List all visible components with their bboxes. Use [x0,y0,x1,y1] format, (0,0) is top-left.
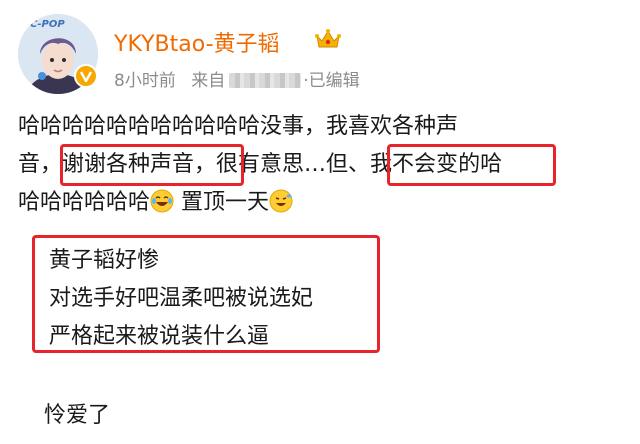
username[interactable]: YKYBtao-黄子韬 [114,26,280,58]
post-meta: 8小时前 来自 ·已编辑 [114,66,360,91]
source-device-blurred [229,73,302,88]
post-time: 8小时前 [114,71,176,91]
post-line-2: 音，谢谢各种声音，很有意思…但、我不会变的哈 [18,152,503,177]
quote-line-3: 严格起来被说装什么逼 [49,324,270,349]
edited-label: ·已编辑 [303,71,360,91]
post-line-1: 哈哈哈哈哈哈哈哈哈哈哈没事，我喜欢各种声 [18,114,459,139]
quote-box: 黄子韬好惨 对选手好吧温柔吧被说选妃 严格起来被说装什么逼 [32,235,380,353]
avatar-text: C-POP [30,19,65,30]
footer-comment: 怜爱了 [44,403,111,428]
verified-v-icon [74,64,98,88]
laugh-emoji-icon [269,189,293,213]
crown-icon[interactable] [315,28,341,50]
quote-line-2: 对选手好吧温柔吧被说选妃 [49,286,314,311]
highlight-wont-change: 但、我不会变 [326,152,459,177]
highlight-thanks: 谢谢各种声音 [62,152,195,177]
quote-line-1: 黄子韬好惨 [49,248,160,273]
laugh-tears-emoji-icon [150,189,174,213]
post-line-3: 哈哈哈哈哈哈 置顶一天 [18,184,628,222]
source-label: 来自 [191,71,226,91]
post-body: 哈哈哈哈哈哈哈哈哈哈哈没事，我喜欢各种声 音，谢谢各种声音，很有意思…但、我不会… [18,108,628,222]
